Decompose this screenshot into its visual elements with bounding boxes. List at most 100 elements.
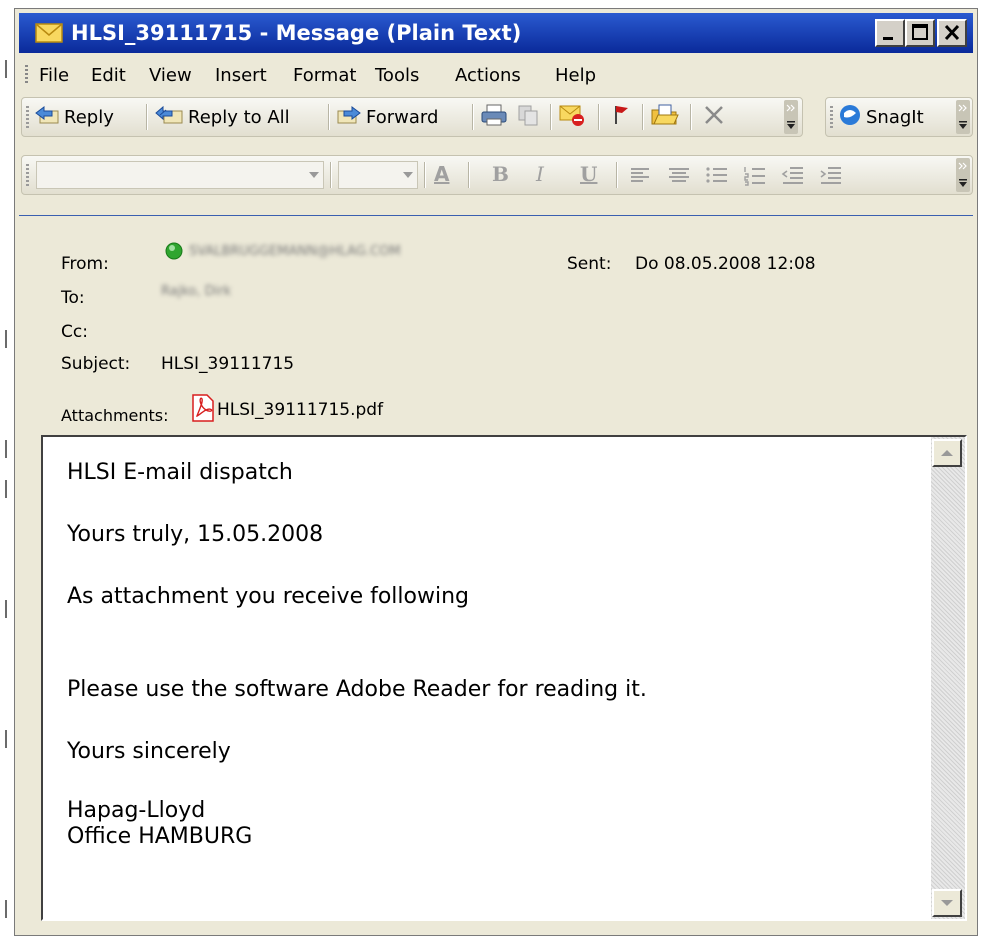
- menu-actions[interactable]: Actions: [455, 65, 521, 86]
- background-strip: [0, 0, 14, 940]
- menu-grip[interactable]: [25, 65, 28, 85]
- toolbar-overflow-chevron[interactable]: [784, 100, 798, 134]
- from-label: From:: [61, 254, 109, 274]
- toolbar-grip[interactable]: [26, 106, 29, 128]
- close-button[interactable]: [937, 19, 967, 47]
- attachment-item[interactable]: HLSI_39111715.pdf: [191, 394, 383, 426]
- forward-icon: [336, 103, 362, 131]
- bold-button[interactable]: B: [492, 162, 509, 186]
- body-line: Yours truly, 15.05.2008: [67, 522, 324, 547]
- chevron-down-icon: [309, 172, 319, 178]
- body-line: Hapag-Lloyd: [67, 798, 206, 823]
- snagit-label: SnagIt: [866, 106, 924, 128]
- flag-icon: [608, 102, 632, 132]
- flag-button[interactable]: [608, 103, 632, 131]
- align-left-icon[interactable]: [628, 164, 654, 192]
- menu-format[interactable]: Format: [293, 65, 356, 86]
- move-button[interactable]: [558, 103, 586, 131]
- menu-bar: File Edit View Insert Format Tools Actio…: [19, 57, 973, 93]
- italic-button[interactable]: I: [536, 162, 544, 186]
- toolbar-separator: [328, 104, 330, 130]
- pdf-icon: [191, 394, 215, 426]
- snagit-button[interactable]: SnagIt: [838, 103, 924, 131]
- reply-label: Reply: [64, 106, 114, 128]
- to-label: To:: [61, 288, 85, 308]
- toolbar-separator: [616, 162, 618, 188]
- delete-icon: [702, 103, 726, 131]
- menu-help[interactable]: Help: [555, 65, 596, 86]
- toolbar-separator: [550, 104, 552, 130]
- copy-button[interactable]: [516, 103, 540, 131]
- style-combo[interactable]: [36, 161, 324, 189]
- message-header: From: SVALBRUGGEMANN@HLAG.COM Sent: Do 0…: [19, 215, 973, 436]
- formatting-toolbar: A B I U: [21, 155, 973, 195]
- underline-button[interactable]: U: [580, 162, 597, 186]
- toolbar-grip[interactable]: [26, 164, 29, 186]
- standard-toolbar: Reply Reply to All Forward: [21, 97, 803, 137]
- body-line: Please use the software Adobe Reader for…: [67, 677, 647, 702]
- subject-value: HLSI_39111715: [161, 354, 295, 374]
- toolbar-separator: [472, 104, 474, 130]
- body-line: Yours sincerely: [67, 739, 231, 764]
- message-window: HLSI_39111715 - Message (Plain Text) Fil…: [14, 8, 978, 936]
- align-center-icon[interactable]: [666, 164, 692, 192]
- printer-icon: [480, 103, 508, 131]
- strip-mark: [5, 600, 7, 618]
- snagit-toolbar: SnagIt: [825, 97, 973, 137]
- menu-edit[interactable]: Edit: [91, 65, 126, 86]
- body-blank: [67, 643, 647, 674]
- scroll-up-button[interactable]: [932, 439, 962, 467]
- body-blank: [67, 767, 647, 798]
- body-line: As attachment you receive following: [67, 584, 469, 609]
- reply-all-button[interactable]: Reply to All: [154, 103, 290, 131]
- delete-button[interactable]: [702, 103, 726, 131]
- chevron-down-icon: [403, 172, 413, 178]
- menu-file[interactable]: File: [39, 65, 69, 86]
- minimize-button[interactable]: [875, 19, 905, 47]
- toolbar-grip[interactable]: [830, 106, 833, 128]
- font-size-combo[interactable]: [338, 161, 418, 189]
- toolbar-separator: [690, 104, 692, 130]
- bullets-icon[interactable]: [704, 164, 730, 192]
- strip-mark: [5, 480, 7, 498]
- move-to-folder-icon: [558, 102, 586, 132]
- cc-label: Cc:: [61, 322, 88, 342]
- open-folder-button[interactable]: [650, 103, 680, 131]
- title-bar[interactable]: HLSI_39111715 - Message (Plain Text): [19, 13, 973, 53]
- strip-mark: [5, 60, 7, 78]
- numbering-icon[interactable]: [742, 164, 768, 192]
- scroll-down-button[interactable]: [932, 889, 962, 917]
- maximize-button[interactable]: [905, 19, 935, 47]
- body-blank: [67, 612, 647, 643]
- strip-mark: [5, 330, 7, 348]
- vertical-scrollbar[interactable]: [931, 437, 965, 919]
- reply-icon: [34, 103, 60, 131]
- menu-view[interactable]: View: [149, 65, 192, 86]
- presence-icon: [165, 242, 183, 264]
- menu-insert[interactable]: Insert: [215, 65, 267, 86]
- increase-indent-icon[interactable]: [818, 164, 844, 192]
- menu-tools[interactable]: Tools: [375, 65, 419, 86]
- subject-label: Subject:: [61, 354, 131, 374]
- sent-label: Sent:: [567, 254, 612, 274]
- toolbar-separator: [330, 162, 332, 188]
- forward-button[interactable]: Forward: [336, 103, 438, 131]
- toolbar-separator: [468, 162, 470, 188]
- message-body[interactable]: HLSI E-mail dispatch Yours truly, 15.05.…: [41, 435, 967, 921]
- font-color-button[interactable]: A: [434, 162, 449, 186]
- toolbar-overflow-chevron[interactable]: [956, 158, 970, 192]
- toolbar-separator: [642, 104, 644, 130]
- print-button[interactable]: [480, 103, 508, 131]
- sent-value: Do 08.05.2008 12:08: [635, 254, 816, 274]
- to-value[interactable]: Rajko, Dirk: [161, 284, 231, 299]
- toolbar-overflow-chevron[interactable]: [956, 100, 970, 134]
- attachments-label: Attachments:: [61, 406, 169, 425]
- reply-all-label: Reply to All: [188, 106, 290, 128]
- from-value[interactable]: SVALBRUGGEMANN@HLAG.COM: [189, 244, 401, 259]
- snagit-icon: [838, 103, 862, 131]
- reply-button[interactable]: Reply: [34, 103, 114, 131]
- strip-mark: [5, 900, 7, 918]
- forward-label: Forward: [366, 106, 439, 128]
- decrease-indent-icon[interactable]: [780, 164, 806, 192]
- body-blank: [67, 705, 647, 736]
